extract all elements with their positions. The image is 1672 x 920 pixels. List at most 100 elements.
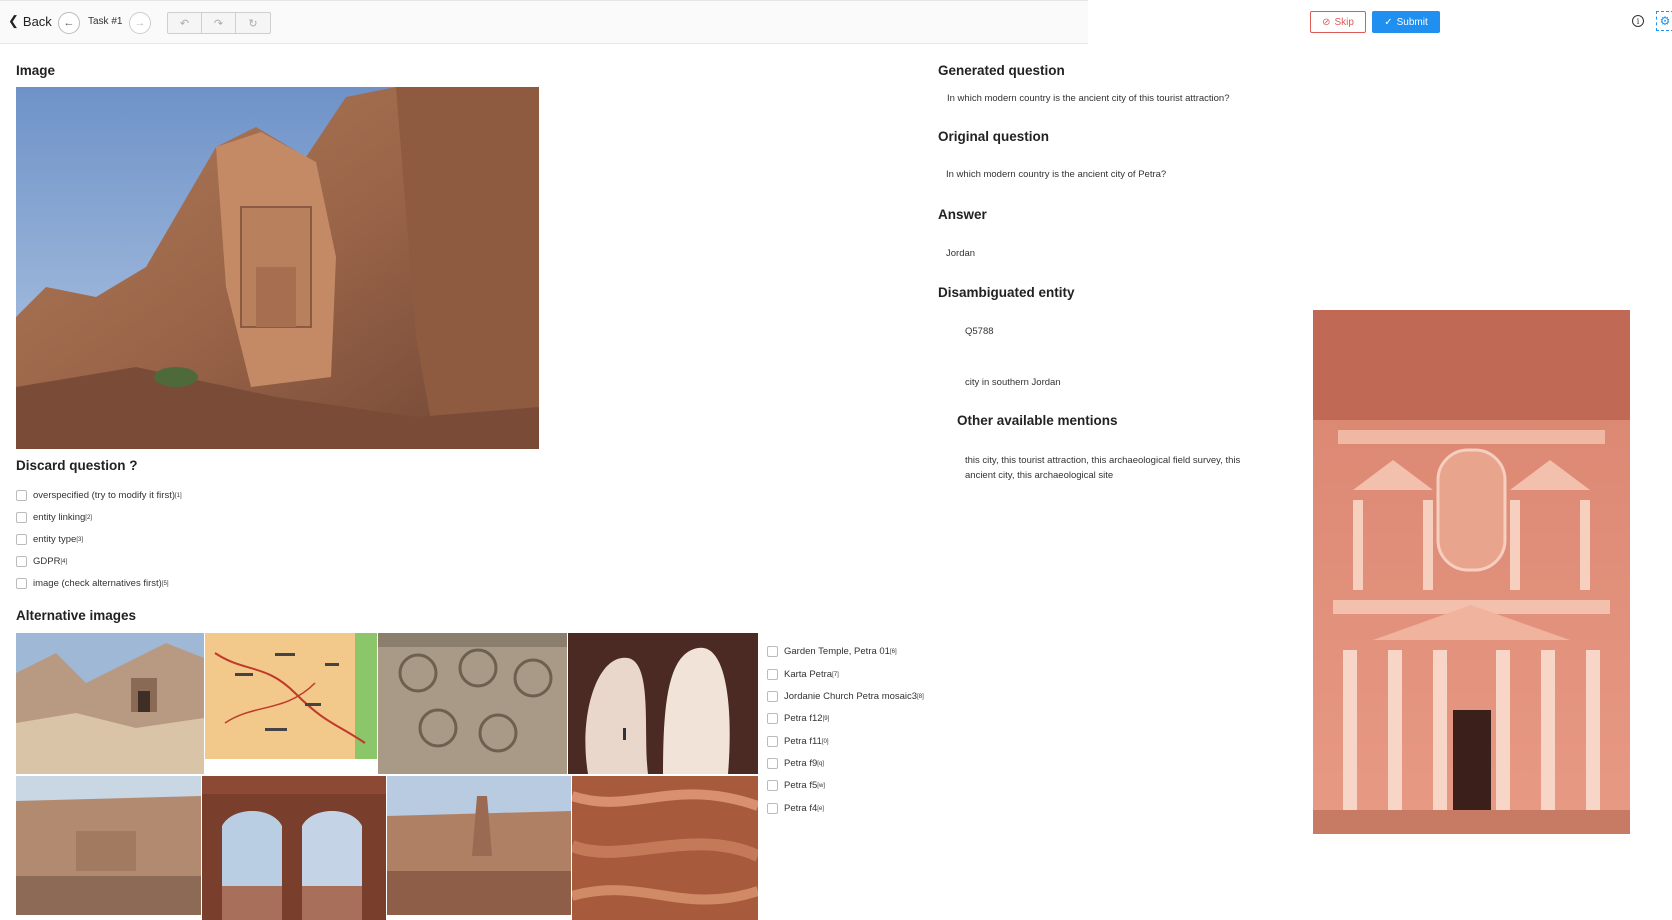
option-label: Petra f5 bbox=[784, 780, 818, 791]
hotkey-hint: [2] bbox=[85, 514, 92, 521]
ban-icon: ⊘ bbox=[1322, 16, 1331, 28]
undo-icon[interactable]: ↶ bbox=[168, 13, 202, 33]
alt-image-graphic bbox=[205, 633, 377, 759]
checkbox[interactable] bbox=[767, 669, 778, 680]
discard-heading: Discard question ? bbox=[16, 458, 138, 473]
alt-image-church-mosaic[interactable] bbox=[378, 633, 567, 774]
petra-treasury-image bbox=[1313, 310, 1630, 834]
checkbox[interactable] bbox=[16, 578, 27, 589]
alt-image-graphic bbox=[16, 633, 204, 774]
checkbox[interactable] bbox=[767, 780, 778, 791]
answer-heading: Answer bbox=[938, 207, 987, 222]
option-label: overspecified (try to modify it first) bbox=[33, 490, 176, 501]
option-label: entity type bbox=[33, 534, 77, 545]
alt-option-petra-f12[interactable]: Petra f12 [9] bbox=[767, 713, 829, 724]
alt-image-graphic bbox=[202, 776, 386, 920]
option-label: Petra f4 bbox=[784, 803, 818, 814]
option-label: Garden Temple, Petra 01 bbox=[784, 646, 890, 657]
checkbox[interactable] bbox=[16, 512, 27, 523]
reset-icon[interactable]: ↻ bbox=[236, 13, 270, 33]
mentions-text: this city, this tourist attraction, this… bbox=[965, 455, 1241, 481]
hotkey-hint: [q] bbox=[817, 760, 824, 767]
discard-option-image[interactable]: image (check alternatives first) [5] bbox=[16, 578, 169, 589]
entity-heading: Disambiguated entity bbox=[938, 285, 1075, 300]
mentions-heading: Other available mentions bbox=[957, 413, 1118, 428]
alt-option-church-mosaic[interactable]: Jordanie Church Petra mosaic3 [8] bbox=[767, 691, 924, 702]
check-icon: ✓ bbox=[1384, 16, 1393, 28]
alt-option-petra-f11[interactable]: Petra f11 [0] bbox=[767, 736, 829, 747]
alt-option-petra-f9[interactable]: Petra f9 [q] bbox=[767, 758, 824, 769]
history-controls: ↶ ↷ ↻ bbox=[167, 12, 271, 34]
option-label: image (check alternatives first) bbox=[33, 578, 162, 589]
skip-button[interactable]: ⊘ Skip bbox=[1310, 11, 1366, 33]
alt-image-petra-f12[interactable] bbox=[568, 633, 758, 774]
alt-image-petra-f5[interactable] bbox=[387, 776, 571, 915]
alt-image-graphic bbox=[572, 776, 758, 920]
info-icon[interactable]: i bbox=[1632, 15, 1644, 27]
discard-option-entity-type[interactable]: entity type [3] bbox=[16, 534, 83, 545]
hotkey-hint: [w] bbox=[817, 782, 825, 789]
checkbox[interactable] bbox=[767, 803, 778, 814]
hotkey-hint: [9] bbox=[822, 715, 830, 722]
entity-description: city in southern Jordan bbox=[965, 377, 1061, 388]
checkbox[interactable] bbox=[767, 691, 778, 702]
alt-option-karta-petra[interactable]: Karta Petra [7] bbox=[767, 669, 839, 680]
original-question-text: In which modern country is the ancient c… bbox=[946, 169, 1167, 180]
arrow-right-icon: → bbox=[134, 17, 146, 29]
alt-image-petra-f11[interactable] bbox=[16, 776, 201, 915]
skip-label: Skip bbox=[1334, 16, 1354, 28]
chevron-left-icon: ❮ bbox=[8, 13, 19, 28]
checkbox[interactable] bbox=[16, 534, 27, 545]
hotkey-hint: [6] bbox=[889, 648, 897, 655]
alt-image-garden-temple[interactable] bbox=[16, 633, 204, 774]
option-label: Petra f9 bbox=[784, 758, 818, 769]
petra-cliff-tomb-image bbox=[16, 87, 539, 449]
hotkey-hint: [1] bbox=[175, 492, 182, 499]
next-task-button[interactable]: → bbox=[129, 12, 151, 34]
hotkey-hint: [3] bbox=[76, 536, 83, 543]
alt-image-petra-f4[interactable] bbox=[572, 776, 758, 920]
task-label: Task #1 bbox=[88, 16, 123, 27]
alt-option-petra-f4[interactable]: Petra f4 [e] bbox=[767, 803, 824, 814]
hotkey-hint: [7] bbox=[832, 671, 839, 678]
alt-image-karta-petra[interactable] bbox=[205, 633, 377, 759]
option-label: entity linking bbox=[33, 512, 86, 523]
option-label: Karta Petra bbox=[784, 669, 833, 680]
alt-image-petra-f9[interactable] bbox=[202, 776, 386, 920]
checkbox[interactable] bbox=[16, 490, 27, 501]
submit-label: Submit bbox=[1396, 16, 1428, 28]
hotkey-hint: [0] bbox=[821, 738, 829, 745]
alt-option-petra-f5[interactable]: Petra f5 [w] bbox=[767, 780, 825, 791]
main-image bbox=[16, 87, 539, 449]
entity-id[interactable]: Q5788 bbox=[965, 324, 994, 339]
checkbox[interactable] bbox=[767, 736, 778, 747]
checkbox[interactable] bbox=[767, 758, 778, 769]
option-label: GDPR bbox=[33, 556, 61, 567]
hotkey-hint: [5] bbox=[161, 580, 169, 587]
top-toolbar: ❮ Back ← Task #1 → ↶ ↷ ↻ bbox=[0, 0, 1088, 44]
checkbox[interactable] bbox=[767, 713, 778, 724]
alternatives-heading: Alternative images bbox=[16, 608, 137, 623]
checkbox[interactable] bbox=[767, 646, 778, 657]
alt-option-garden-temple[interactable]: Garden Temple, Petra 01 [6] bbox=[767, 646, 897, 657]
entity-image bbox=[1313, 310, 1630, 834]
checkbox[interactable] bbox=[16, 556, 27, 567]
back-button[interactable]: ❮ Back bbox=[8, 13, 52, 29]
option-label: Petra f12 bbox=[784, 713, 823, 724]
discard-option-entity-linking[interactable]: entity linking [2] bbox=[16, 512, 92, 523]
submit-button[interactable]: ✓ Submit bbox=[1372, 11, 1440, 33]
generated-question-heading: Generated question bbox=[938, 63, 1065, 78]
generated-question-text: In which modern country is the ancient c… bbox=[947, 93, 1230, 104]
redo-icon[interactable]: ↷ bbox=[202, 13, 236, 33]
option-label: Petra f11 bbox=[784, 736, 822, 747]
image-heading: Image bbox=[16, 63, 56, 78]
discard-option-overspecified[interactable]: overspecified (try to modify it first) [1… bbox=[16, 490, 182, 501]
answer-text: Jordan bbox=[946, 248, 976, 259]
settings-icon[interactable]: ⚙ bbox=[1656, 11, 1672, 31]
hotkey-hint: [8] bbox=[917, 693, 924, 700]
alt-image-graphic bbox=[16, 776, 201, 915]
discard-option-gdpr[interactable]: GDPR [4] bbox=[16, 556, 67, 567]
alt-image-graphic bbox=[387, 776, 571, 915]
previous-task-button[interactable]: ← bbox=[58, 12, 80, 34]
back-label: Back bbox=[22, 13, 52, 29]
